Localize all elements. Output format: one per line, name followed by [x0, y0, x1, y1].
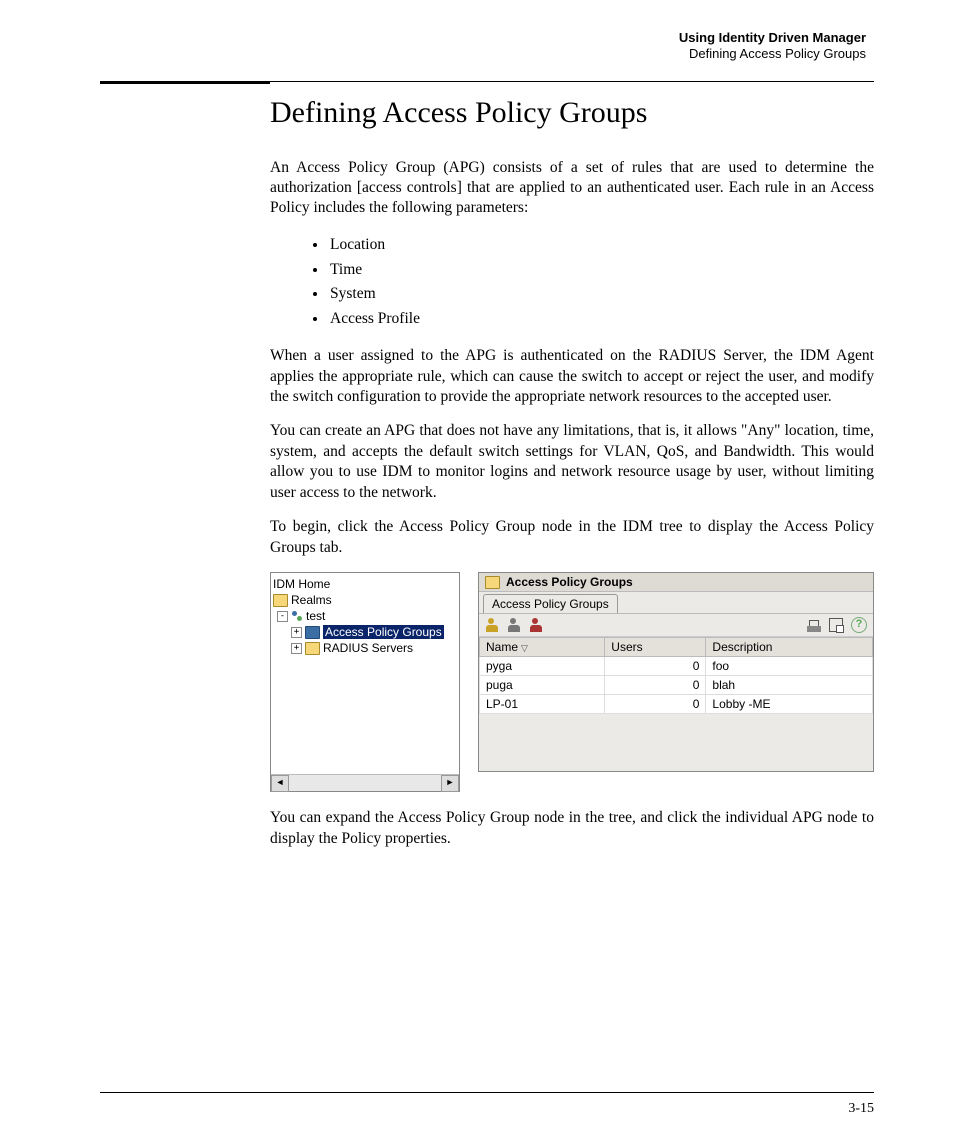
running-head: Using Identity Driven Manager Defining A…: [100, 30, 866, 63]
help-icon[interactable]: ?: [851, 617, 867, 633]
body-paragraph: You can create an APG that does not have…: [270, 421, 874, 503]
running-head-bold: Using Identity Driven Manager: [100, 30, 866, 46]
intro-paragraph: An Access Policy Group (APG) consists of…: [270, 158, 874, 219]
footer-rule: [100, 1092, 874, 1093]
column-header-users[interactable]: Users: [605, 638, 706, 657]
delete-policy-icon[interactable]: [529, 618, 543, 632]
edit-policy-icon[interactable]: [507, 618, 521, 632]
body-paragraph: When a user assigned to the APG is authe…: [270, 346, 874, 407]
scroll-left-icon[interactable]: ◄: [271, 775, 289, 792]
cell-name: puga: [480, 676, 605, 695]
content-column: Defining Access Policy Groups An Access …: [270, 81, 874, 864]
body-paragraph: You can expand the Access Policy Group n…: [270, 808, 874, 849]
horizontal-scrollbar[interactable]: ◄ ►: [271, 774, 459, 791]
page-title: Defining Access Policy Groups: [270, 96, 874, 130]
column-header-name[interactable]: Name▽: [480, 638, 605, 657]
table-row[interactable]: LP-01 0 Lobby -ME: [480, 695, 873, 714]
tree-node-label: Access Policy Groups: [323, 625, 444, 639]
apg-panel-title: Access Policy Groups: [479, 573, 873, 592]
tree-node-home[interactable]: IDM Home: [273, 576, 459, 592]
tree-node-label: IDM Home: [273, 577, 330, 591]
apg-panel: Access Policy Groups Access Policy Group…: [478, 572, 874, 772]
body-paragraph: To begin, click the Access Policy Group …: [270, 517, 874, 558]
apg-table: Name▽ Users Description pyga 0 foo: [479, 637, 873, 714]
expand-icon[interactable]: +: [291, 643, 302, 654]
cell-users: 0: [605, 676, 706, 695]
list-item: Access Profile: [328, 307, 874, 332]
collapse-icon[interactable]: -: [277, 611, 288, 622]
column-header-label: Name: [486, 640, 518, 654]
table-row[interactable]: pyga 0 foo: [480, 657, 873, 676]
folder-icon: [273, 594, 288, 607]
page-number: 3-15: [848, 1101, 874, 1117]
cell-description: blah: [706, 676, 873, 695]
tree-node-label: test: [306, 609, 325, 623]
tree-node-realms[interactable]: Realms: [273, 592, 459, 608]
realm-icon: [291, 610, 303, 622]
tree-node-apg[interactable]: + Access Policy Groups: [273, 624, 459, 640]
tree-body: IDM Home Realms - test +: [271, 573, 459, 774]
cell-name: LP-01: [480, 695, 605, 714]
folder-icon: [485, 576, 500, 589]
tab-access-policy-groups[interactable]: Access Policy Groups: [483, 594, 618, 613]
running-head-sub: Defining Access Policy Groups: [100, 46, 866, 62]
export-icon[interactable]: [829, 618, 843, 632]
section-rule-heavy: [100, 81, 270, 84]
scroll-right-icon[interactable]: ►: [441, 775, 459, 792]
apg-tabstrip: Access Policy Groups: [479, 592, 873, 614]
folder-icon: [305, 626, 320, 639]
list-item: System: [328, 282, 874, 307]
tree-node-label: RADIUS Servers: [323, 641, 413, 655]
list-item: Location: [328, 233, 874, 258]
print-icon[interactable]: [807, 618, 821, 632]
parameter-list: Location Time System Access Profile: [270, 233, 874, 332]
sort-indicator-icon: ▽: [521, 643, 528, 653]
apg-panel-title-text: Access Policy Groups: [506, 575, 633, 589]
folder-icon: [305, 642, 320, 655]
screenshot-figure: IDM Home Realms - test +: [270, 572, 874, 792]
cell-description: Lobby -ME: [706, 695, 873, 714]
cell-description: foo: [706, 657, 873, 676]
table-row[interactable]: puga 0 blah: [480, 676, 873, 695]
list-item: Time: [328, 258, 874, 283]
idm-tree-panel: IDM Home Realms - test +: [270, 572, 460, 792]
apg-toolbar: ?: [479, 614, 873, 637]
cell-users: 0: [605, 657, 706, 676]
tree-node-test[interactable]: - test: [273, 608, 459, 624]
tree-node-label: Realms: [291, 593, 332, 607]
cell-users: 0: [605, 695, 706, 714]
table-header-row: Name▽ Users Description: [480, 638, 873, 657]
add-policy-icon[interactable]: [485, 618, 499, 632]
column-header-description[interactable]: Description: [706, 638, 873, 657]
cell-name: pyga: [480, 657, 605, 676]
tree-node-radius[interactable]: + RADIUS Servers: [273, 640, 459, 656]
expand-icon[interactable]: +: [291, 627, 302, 638]
